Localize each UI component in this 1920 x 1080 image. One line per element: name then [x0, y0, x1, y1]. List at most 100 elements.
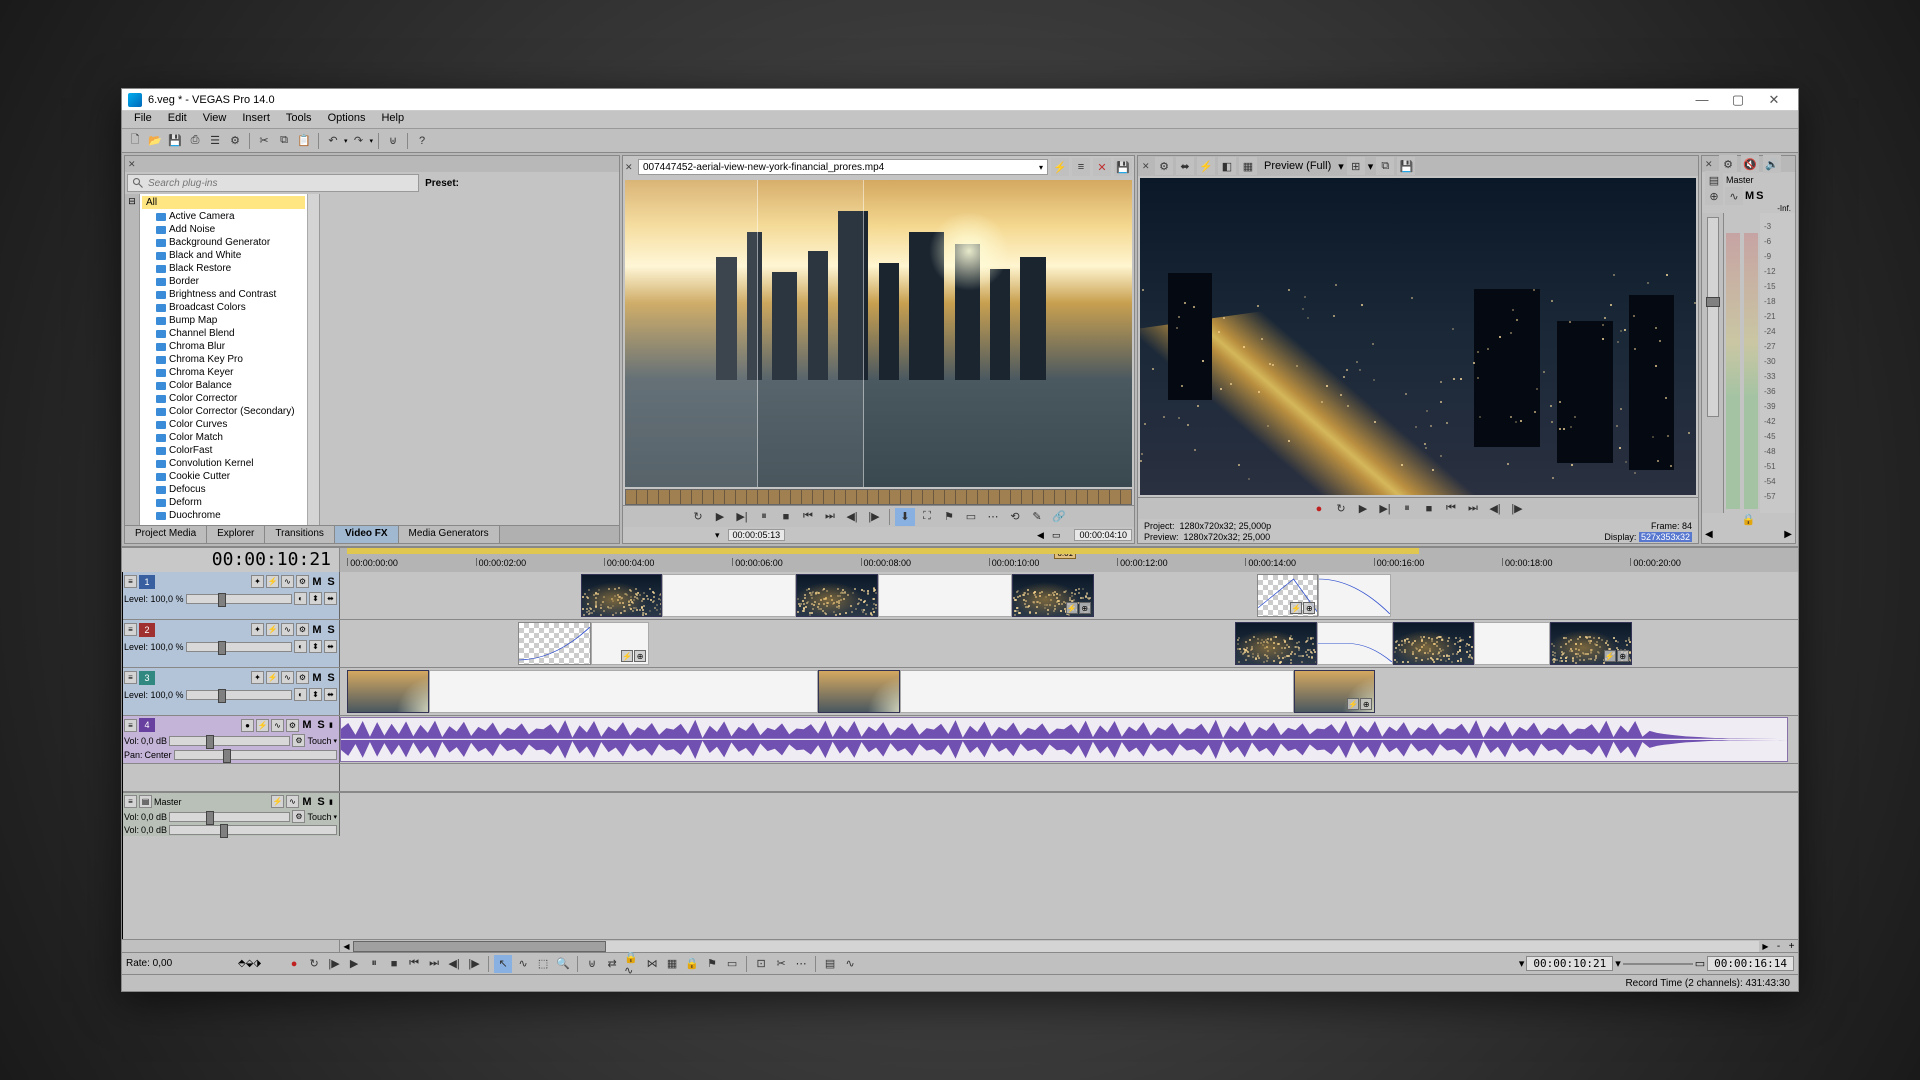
- fx-item[interactable]: Active Camera: [142, 210, 305, 223]
- mute-button[interactable]: M: [1745, 190, 1754, 202]
- automation-icon[interactable]: ∿: [286, 795, 299, 808]
- preview-copy-icon[interactable]: ⧉: [1376, 157, 1394, 175]
- trimmer-file-select[interactable]: 007447452-aerial-view-new-york-financial…: [638, 159, 1048, 175]
- fx-item[interactable]: Deform: [142, 496, 305, 509]
- menu-insert[interactable]: Insert: [234, 111, 278, 128]
- open-icon[interactable]: 📂: [146, 132, 164, 150]
- mute-button[interactable]: M: [311, 624, 323, 636]
- menu-help[interactable]: Help: [373, 111, 412, 128]
- video-clip[interactable]: [818, 670, 900, 713]
- scrub-icon[interactable]: ⬘⬙⬗: [238, 958, 261, 969]
- properties-icon[interactable]: ☰: [206, 132, 224, 150]
- snap-toggle-icon[interactable]: ⊎: [583, 955, 601, 973]
- minimize-button[interactable]: ―: [1684, 91, 1720, 109]
- split-tool-icon[interactable]: ✂: [772, 955, 790, 973]
- redo-dropdown-icon[interactable]: ▾: [370, 137, 374, 145]
- record-arm-icon[interactable]: ●: [241, 719, 254, 732]
- fx-item[interactable]: Channel Blend: [142, 327, 305, 340]
- track-minimize-icon[interactable]: ≡: [124, 623, 137, 636]
- track-motion-icon[interactable]: ✦: [251, 671, 264, 684]
- vol-fader[interactable]: [169, 812, 290, 822]
- loop-region[interactable]: [347, 548, 1419, 554]
- go-end-icon[interactable]: ⏭: [820, 508, 840, 526]
- region-tool-icon[interactable]: ▭: [723, 955, 741, 973]
- trimmer-len-tc[interactable]: 00:00:04:10: [1074, 529, 1132, 541]
- fx-item[interactable]: Cookie Cutter: [142, 470, 305, 483]
- track-header[interactable]: ≡ 4 ● ⚡ ∿ ⚙ M S ▮ Vol:: [122, 716, 340, 763]
- fx-item[interactable]: Chroma Keyer: [142, 366, 305, 379]
- next-icon[interactable]: ▶: [1784, 529, 1792, 543]
- more-icon[interactable]: ⋯: [983, 508, 1003, 526]
- tab-project-media[interactable]: Project Media: [125, 526, 207, 543]
- mute-button[interactable]: M: [301, 719, 313, 731]
- fx-item[interactable]: Add Noise: [142, 223, 305, 236]
- track-header[interactable]: ≡ 1 ✦ ⚡ ∿ ⚙ M S Level: 100,0 %: [122, 572, 340, 619]
- automation-icon[interactable]: ∿: [281, 575, 294, 588]
- quantize-icon[interactable]: ▦: [663, 955, 681, 973]
- play-from-start-icon[interactable]: ▶|: [732, 508, 752, 526]
- video-clip[interactable]: [1235, 622, 1317, 665]
- dropdown-icon[interactable]: ▾: [333, 737, 337, 745]
- fx-item[interactable]: Background Generator: [142, 236, 305, 249]
- video-clip[interactable]: ⚡⊕: [591, 622, 649, 665]
- marker-tool-icon[interactable]: ⚑: [703, 955, 721, 973]
- normal-edit-icon[interactable]: ↖: [494, 955, 512, 973]
- dock-header[interactable]: ✕: [125, 156, 619, 172]
- next-frame-icon[interactable]: |▶: [465, 955, 483, 973]
- cut-icon[interactable]: ✂: [255, 132, 273, 150]
- track-motion-icon[interactable]: ✦: [251, 575, 264, 588]
- region-icon[interactable]: ▭: [961, 508, 981, 526]
- tab-explorer[interactable]: Explorer: [207, 526, 265, 543]
- touch-icon[interactable]: ⚙: [292, 810, 305, 823]
- undo-dropdown-icon[interactable]: ▾: [344, 137, 348, 145]
- automation-icon[interactable]: ∿: [271, 719, 284, 732]
- marker-icon[interactable]: ⚑: [939, 508, 959, 526]
- edit-icon[interactable]: ✎: [1027, 508, 1047, 526]
- fx-root-all[interactable]: All: [142, 196, 305, 209]
- gear-icon[interactable]: ⚙: [296, 623, 309, 636]
- video-clip[interactable]: [796, 574, 878, 617]
- dropdown-icon[interactable]: ▾: [1338, 160, 1344, 173]
- fx-item[interactable]: Black and White: [142, 249, 305, 262]
- track-lane[interactable]: [340, 716, 1798, 763]
- pause-icon[interactable]: ⏸: [754, 508, 774, 526]
- solo-button[interactable]: S: [325, 576, 337, 588]
- selection-edit-icon[interactable]: ⬚: [534, 955, 552, 973]
- auto-crossfade-icon[interactable]: ⋈: [643, 955, 661, 973]
- timeline-current-tc[interactable]: 00:00:10:21: [122, 548, 340, 572]
- pause-icon[interactable]: ⏸: [1397, 500, 1417, 518]
- child-icon[interactable]: ⬌: [324, 592, 337, 605]
- render-icon[interactable]: ⎙: [186, 132, 204, 150]
- video-clip[interactable]: [347, 670, 429, 713]
- lock-icon[interactable]: 🔒: [1702, 513, 1795, 529]
- parent-icon[interactable]: ⬍: [309, 640, 322, 653]
- trimmer-thumbnails[interactable]: [625, 489, 1132, 505]
- video-clip[interactable]: ⚡⊕: [1257, 574, 1318, 617]
- preview-split-icon[interactable]: ◧: [1218, 157, 1236, 175]
- track-lane[interactable]: ⚡⊕ ⚡⊕: [340, 620, 1798, 667]
- pan-fader[interactable]: [174, 750, 337, 760]
- auto-ripple-icon[interactable]: ⇄: [603, 955, 621, 973]
- go-start-icon[interactable]: ⏮: [798, 508, 818, 526]
- gear-icon[interactable]: ⚙: [226, 132, 244, 150]
- fx-icon[interactable]: ⚡: [1604, 650, 1616, 662]
- next-frame-icon[interactable]: |▶: [864, 508, 884, 526]
- video-clip[interactable]: [581, 574, 663, 617]
- next-frame-icon[interactable]: |▶: [1507, 500, 1527, 518]
- comp-mode-icon[interactable]: ◐: [294, 640, 307, 653]
- video-clip[interactable]: [429, 670, 818, 713]
- trimmer-fx-icon[interactable]: ⚡: [1051, 158, 1069, 176]
- child-icon[interactable]: ⬌: [324, 640, 337, 653]
- save-icon[interactable]: 💾: [166, 132, 184, 150]
- tab-video-fx[interactable]: Video FX: [335, 526, 399, 543]
- solo-button[interactable]: S: [325, 672, 337, 684]
- close-icon[interactable]: ✕: [1142, 161, 1152, 171]
- vol-fader[interactable]: [169, 736, 290, 746]
- mute-button[interactable]: M: [311, 672, 323, 684]
- redo-icon[interactable]: ↷: [350, 132, 368, 150]
- mute-icon[interactable]: 🔇: [1741, 155, 1759, 173]
- preview-ext-icon[interactable]: ⬌: [1176, 157, 1194, 175]
- trimmer-viewer[interactable]: [625, 180, 1132, 487]
- fx-item[interactable]: ColorFast: [142, 444, 305, 457]
- envelope-edit-icon[interactable]: ∿: [514, 955, 532, 973]
